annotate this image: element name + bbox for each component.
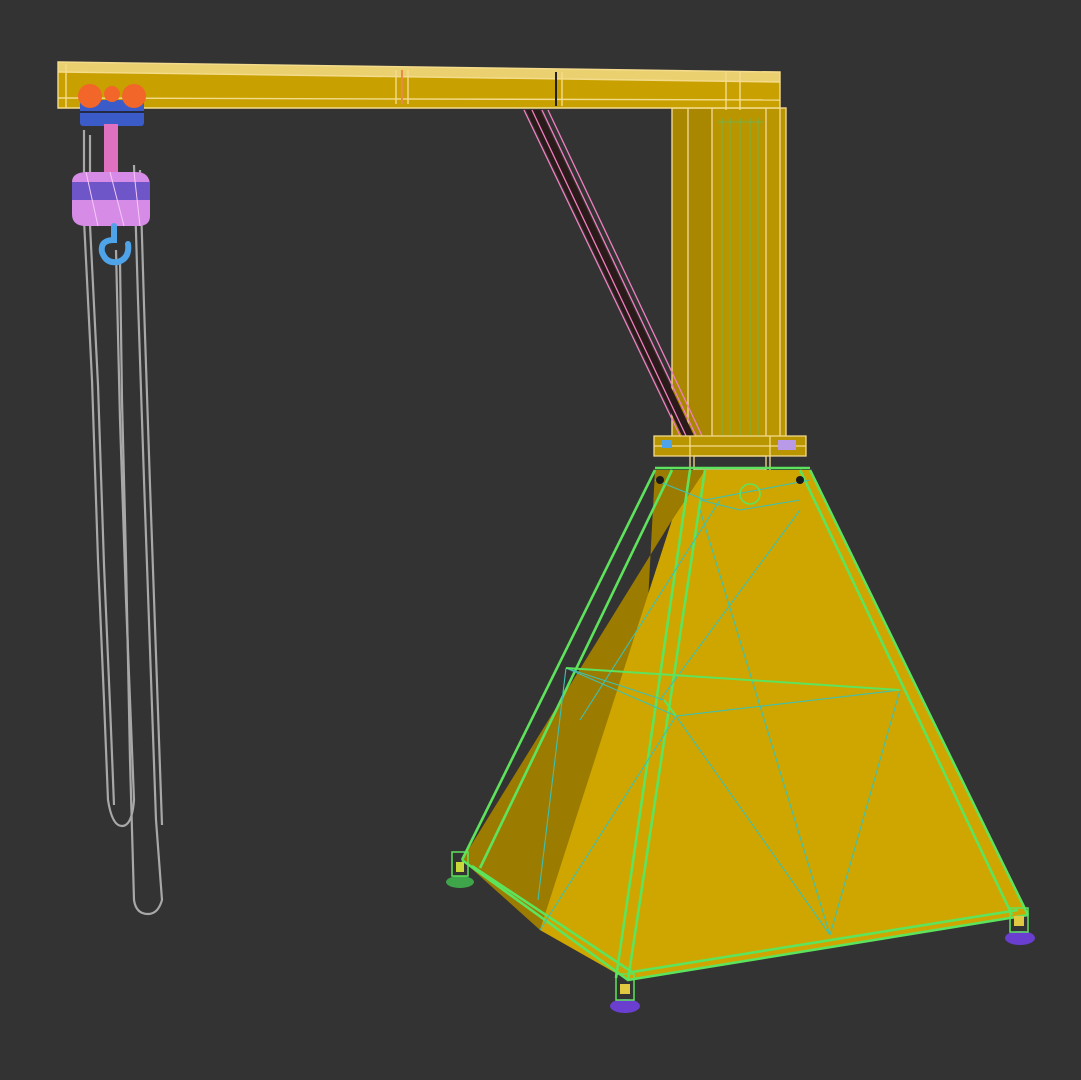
crane-model[interactable]: [0, 0, 1081, 1080]
crane-boom: [57, 61, 781, 110]
trolley: [78, 84, 146, 126]
crane-column: [671, 107, 787, 451]
hoist-chain: [82, 130, 164, 916]
hook-icon: [98, 223, 132, 266]
3d-viewport[interactable]: [0, 0, 1081, 1080]
pyramid-base: [460, 466, 1030, 982]
slew-bearing: [653, 435, 807, 471]
